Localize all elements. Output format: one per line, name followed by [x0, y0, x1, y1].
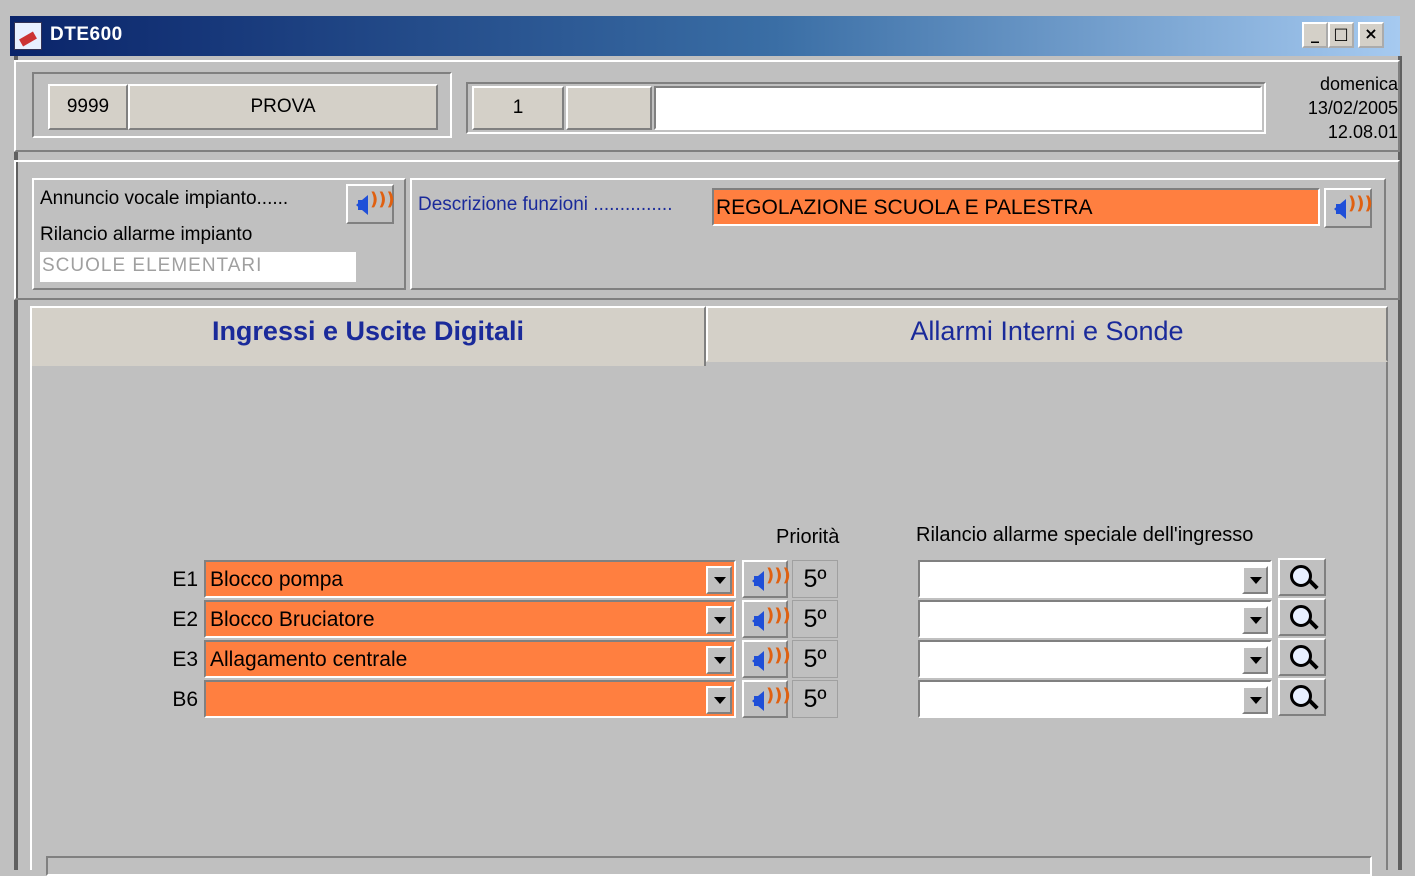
tab-digital-io[interactable]: Ingressi e Uscite Digitali: [30, 306, 706, 366]
status-field: [654, 86, 1262, 130]
window-title: DTE600: [50, 24, 123, 45]
date: 13/02/2005: [1307, 98, 1398, 118]
tab-internal-alarms[interactable]: Allarmi Interni e Sonde: [706, 306, 1388, 362]
row-id: B6: [172, 688, 198, 711]
priority-value[interactable]: 5º: [792, 640, 838, 678]
app-window: DTE600 _ □ × 9999 PROVA 1 domenica 13/02…: [0, 0, 1415, 876]
maximize-button[interactable]: □: [1328, 22, 1354, 48]
search-icon[interactable]: [1278, 678, 1326, 716]
voice-announce-speaker-icon[interactable]: ))): [346, 184, 395, 224]
special-alarm-select[interactable]: [918, 640, 1272, 678]
priority-header: Priorità: [776, 526, 840, 548]
special-alarm-select[interactable]: [918, 560, 1272, 598]
plant-name-field: SCUOLE ELEMENTARI: [40, 252, 356, 282]
row-id: E3: [172, 648, 198, 671]
row-speaker-icon[interactable]: ))): [742, 560, 791, 598]
chevron-down-icon[interactable]: [706, 686, 732, 714]
plant-name: PROVA: [128, 84, 438, 130]
input-select-value: Blocco Bruciatore: [210, 608, 375, 631]
functions-speaker-icon[interactable]: ))): [1324, 188, 1373, 228]
special-alarm-header: Rilancio allarme speciale dell'ingresso: [916, 524, 1254, 546]
search-icon[interactable]: [1278, 598, 1326, 636]
chevron-down-icon[interactable]: [1242, 606, 1268, 634]
plant-code: 9999: [48, 84, 128, 130]
special-alarm-select[interactable]: [918, 600, 1272, 638]
row-speaker-icon[interactable]: ))): [742, 680, 791, 718]
row-id: E1: [172, 568, 198, 591]
priority-value[interactable]: 5º: [792, 560, 838, 598]
row-speaker-icon[interactable]: ))): [742, 640, 791, 678]
search-icon[interactable]: [1278, 558, 1326, 596]
search-icon[interactable]: [1278, 638, 1326, 676]
input-select-value: Blocco pompa: [210, 568, 344, 591]
chevron-down-icon[interactable]: [1242, 566, 1268, 594]
alarm-relaunch-label: Rilancio allarme impianto: [40, 224, 253, 245]
minimize-button[interactable]: _: [1302, 22, 1328, 48]
app-icon[interactable]: [14, 22, 42, 50]
close-button[interactable]: ×: [1358, 22, 1384, 48]
special-alarm-select[interactable]: [918, 680, 1272, 718]
chevron-down-icon[interactable]: [706, 606, 732, 634]
unit-number: 1: [472, 86, 564, 130]
chevron-down-icon[interactable]: [1242, 646, 1268, 674]
datetime: domenica 13/02/2005 12.08.01: [1268, 72, 1398, 152]
chevron-down-icon[interactable]: [706, 566, 732, 594]
chevron-down-icon[interactable]: [706, 646, 732, 674]
time: 12.08.01: [1327, 122, 1398, 142]
functions-description-value: REGOLAZIONE SCUOLA E PALESTRA: [716, 196, 1093, 219]
input-select[interactable]: Blocco pompa: [204, 560, 736, 598]
row-speaker-icon[interactable]: ))): [742, 600, 791, 638]
priority-value[interactable]: 5º: [792, 680, 838, 718]
input-select[interactable]: Blocco Bruciatore: [204, 600, 736, 638]
chevron-down-icon[interactable]: [1242, 686, 1268, 714]
weekday: domenica: [1319, 74, 1398, 94]
unit-blank: [566, 86, 652, 130]
row-id: E2: [172, 608, 198, 631]
functions-description-label: Descrizione funzioni ...............: [418, 194, 673, 215]
input-select[interactable]: [204, 680, 736, 718]
title-bar[interactable]: DTE600 _ □ ×: [10, 16, 1400, 56]
priority-value[interactable]: 5º: [792, 600, 838, 638]
voice-announce-label: Annuncio vocale impianto......: [40, 188, 289, 209]
bottom-frame: [46, 856, 1372, 876]
input-select[interactable]: Allagamento centrale: [204, 640, 736, 678]
plant-name-value: SCUOLE ELEMENTARI: [42, 255, 263, 276]
functions-description-field[interactable]: REGOLAZIONE SCUOLA E PALESTRA: [712, 188, 1320, 226]
input-select-value: Allagamento centrale: [210, 648, 408, 671]
